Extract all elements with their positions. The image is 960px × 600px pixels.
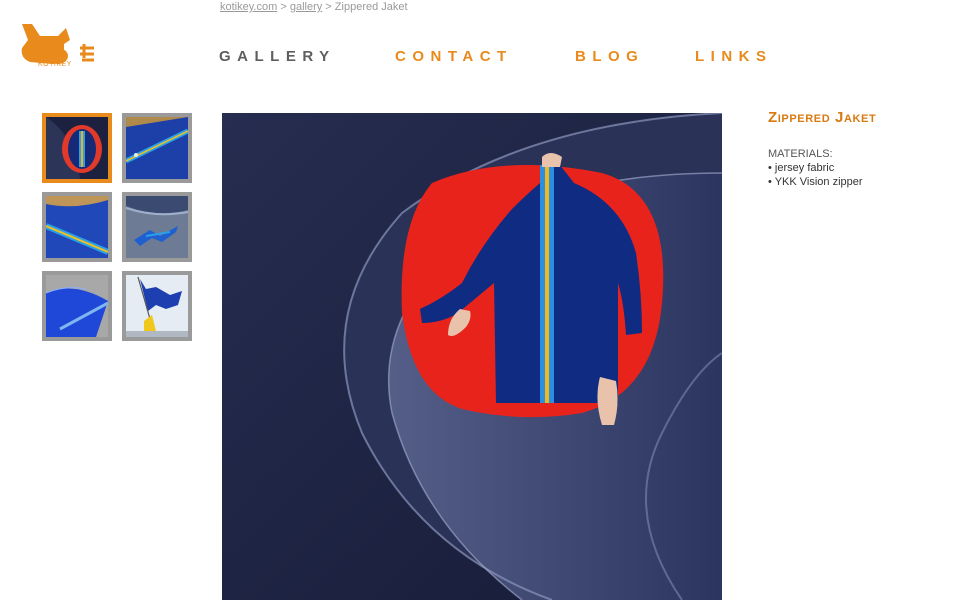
zippered-jacket-photo	[222, 113, 722, 600]
jacket-zipper-stripe-image	[46, 196, 108, 258]
breadcrumb-gallery-link[interactable]: gallery	[290, 1, 322, 13]
jacket-flag-sky-image	[126, 275, 188, 337]
jacket-sleeve-image	[126, 117, 188, 179]
nav-contact[interactable]: CONTACT	[395, 48, 513, 65]
nav-gallery[interactable]: GALLERY	[219, 48, 336, 65]
thumb-jacket-collar[interactable]	[42, 113, 112, 183]
material-item: jersey fabric	[768, 161, 948, 175]
thumb-jacket-zipper-stripe[interactable]	[42, 192, 112, 262]
thumb-jacket-sleeve[interactable]	[122, 113, 192, 183]
breadcrumb-separator: >	[325, 1, 332, 13]
jacket-blue-fabric-image	[46, 275, 108, 337]
jacket-on-beach-image	[126, 196, 188, 258]
breadcrumb-home-link[interactable]: kotikey.com	[220, 1, 277, 13]
product-info: Zippered Jaket MATERIALS: jersey fabric …	[768, 109, 948, 189]
thumb-jacket-on-beach[interactable]	[122, 192, 192, 262]
thumb-jacket-blue-fabric[interactable]	[42, 271, 112, 341]
product-title: Zippered Jaket	[768, 109, 877, 126]
materials-list: jersey fabric YKK Vision zipper	[768, 161, 948, 189]
nav-links[interactable]: LINKS	[695, 48, 773, 65]
main-nav: GALLERY CONTACT BLOG LINKS	[0, 48, 960, 68]
materials-label: MATERIALS:	[768, 148, 833, 160]
thumb-jacket-flag-sky[interactable]	[122, 271, 192, 341]
breadcrumb-current: Zippered Jaket	[334, 1, 408, 13]
breadcrumb-separator: >	[280, 1, 287, 13]
nav-blog[interactable]: BLOG	[575, 48, 644, 65]
jacket-collar-image	[46, 117, 108, 179]
breadcrumb: kotikey.com > gallery > Zippered Jaket	[220, 1, 408, 13]
material-item: YKK Vision zipper	[768, 175, 948, 189]
product-main-image	[222, 113, 722, 600]
